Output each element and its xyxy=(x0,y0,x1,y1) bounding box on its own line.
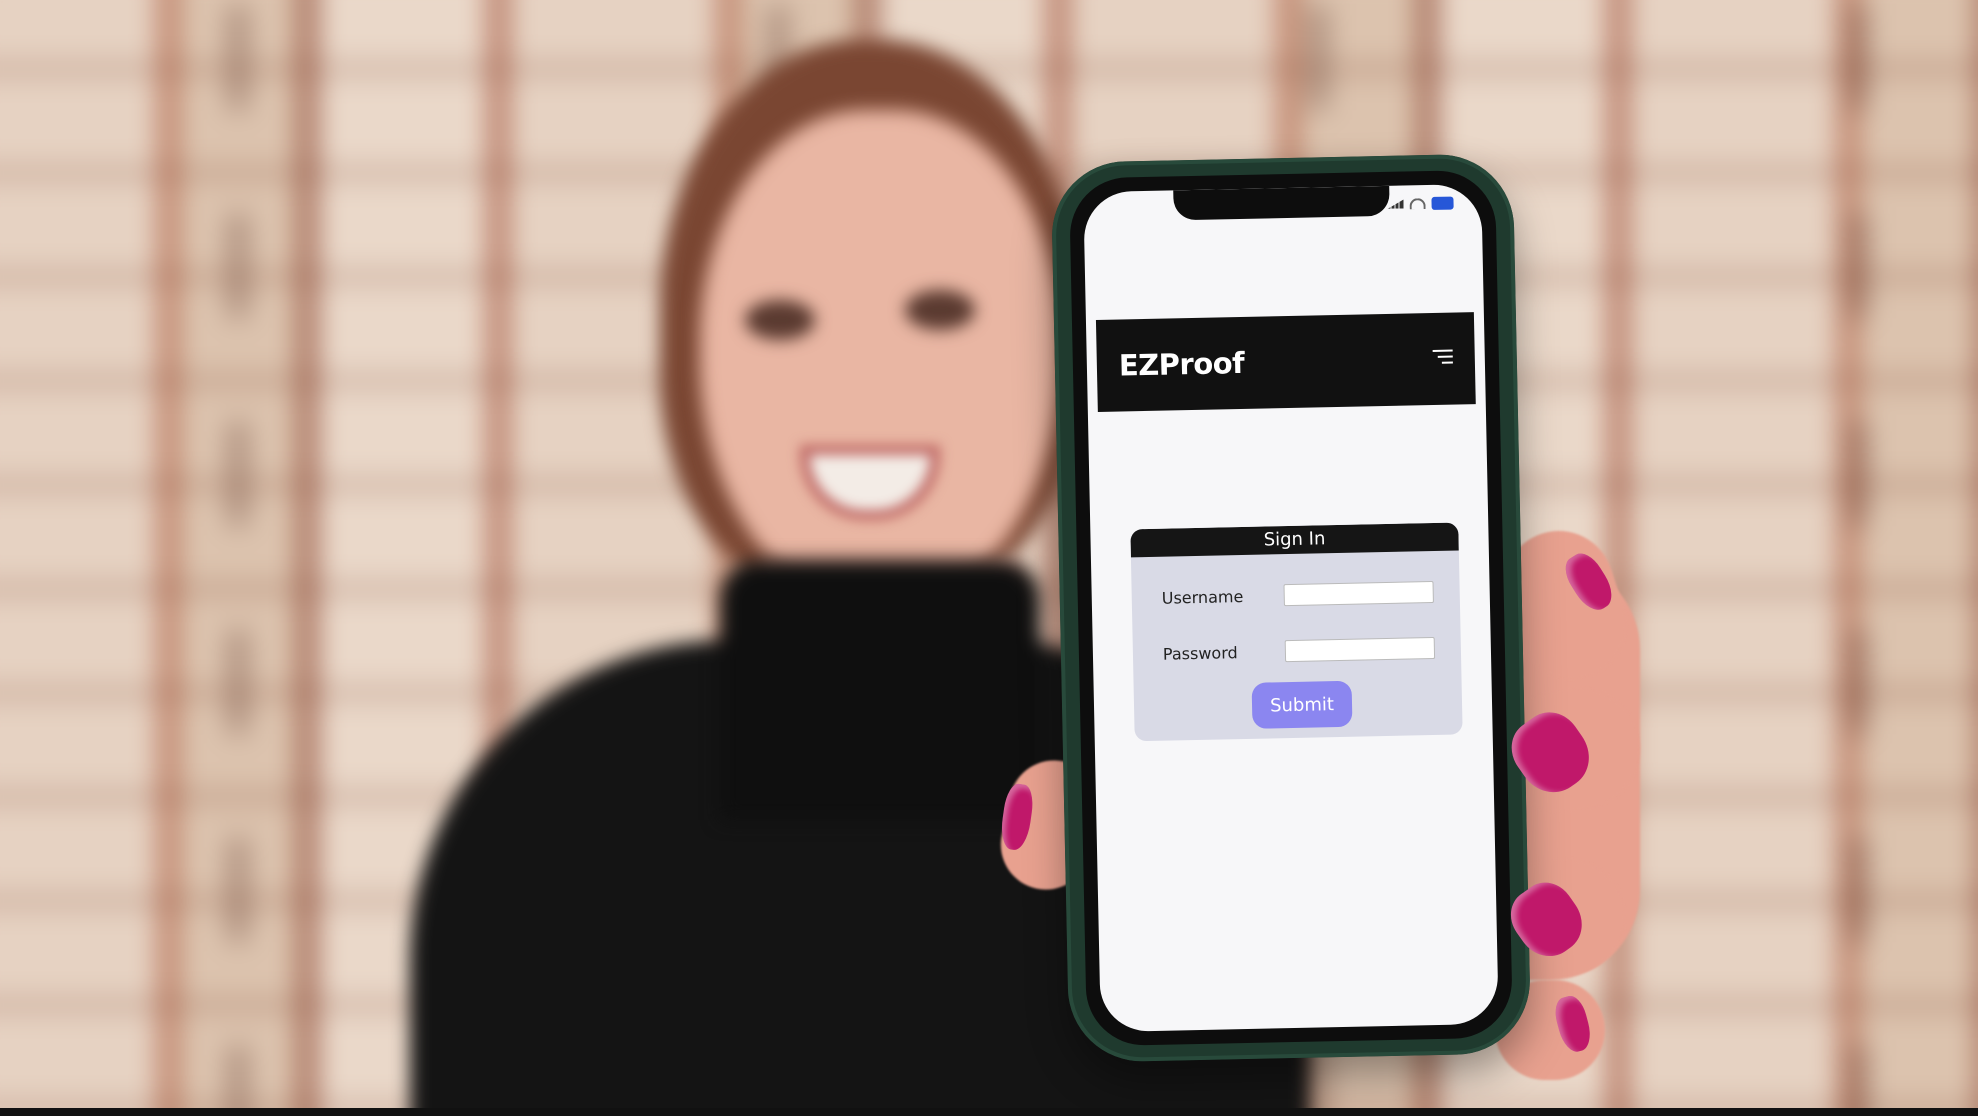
phone-notch xyxy=(1173,185,1390,221)
phone-bezel: EZProof Sign In Username Password Submit xyxy=(1068,169,1514,1047)
status-bar xyxy=(1387,196,1454,211)
password-label: Password xyxy=(1162,642,1238,664)
person-face xyxy=(700,110,1060,610)
password-row: Password xyxy=(1162,636,1447,665)
battery-icon xyxy=(1431,196,1454,210)
signal-icon xyxy=(1387,200,1403,209)
wifi-icon xyxy=(1409,198,1426,210)
username-label: Username xyxy=(1161,586,1244,608)
submit-button[interactable]: Submit xyxy=(1251,680,1353,729)
username-input[interactable] xyxy=(1283,581,1434,607)
photo-scene: EZProof Sign In Username Password Submit xyxy=(0,0,1978,1116)
smartphone: EZProof Sign In Username Password Submit xyxy=(1050,153,1532,1063)
brand-logo[interactable]: EZProof xyxy=(1119,346,1245,383)
username-row: Username xyxy=(1162,581,1446,609)
hamburger-menu-icon[interactable] xyxy=(1431,349,1453,368)
sign-in-form: Sign In Username Password Submit xyxy=(1130,522,1463,742)
app-header: EZProof xyxy=(1095,312,1476,413)
password-input[interactable] xyxy=(1284,636,1436,663)
sign-in-title: Sign In xyxy=(1130,522,1459,558)
person-left-eye xyxy=(745,300,815,340)
phone-screen: EZProof Sign In Username Password Submit xyxy=(1083,183,1499,1033)
person-collar xyxy=(720,560,1040,820)
person-right-eye xyxy=(905,290,975,330)
bottom-edge-bar xyxy=(0,1108,1978,1116)
